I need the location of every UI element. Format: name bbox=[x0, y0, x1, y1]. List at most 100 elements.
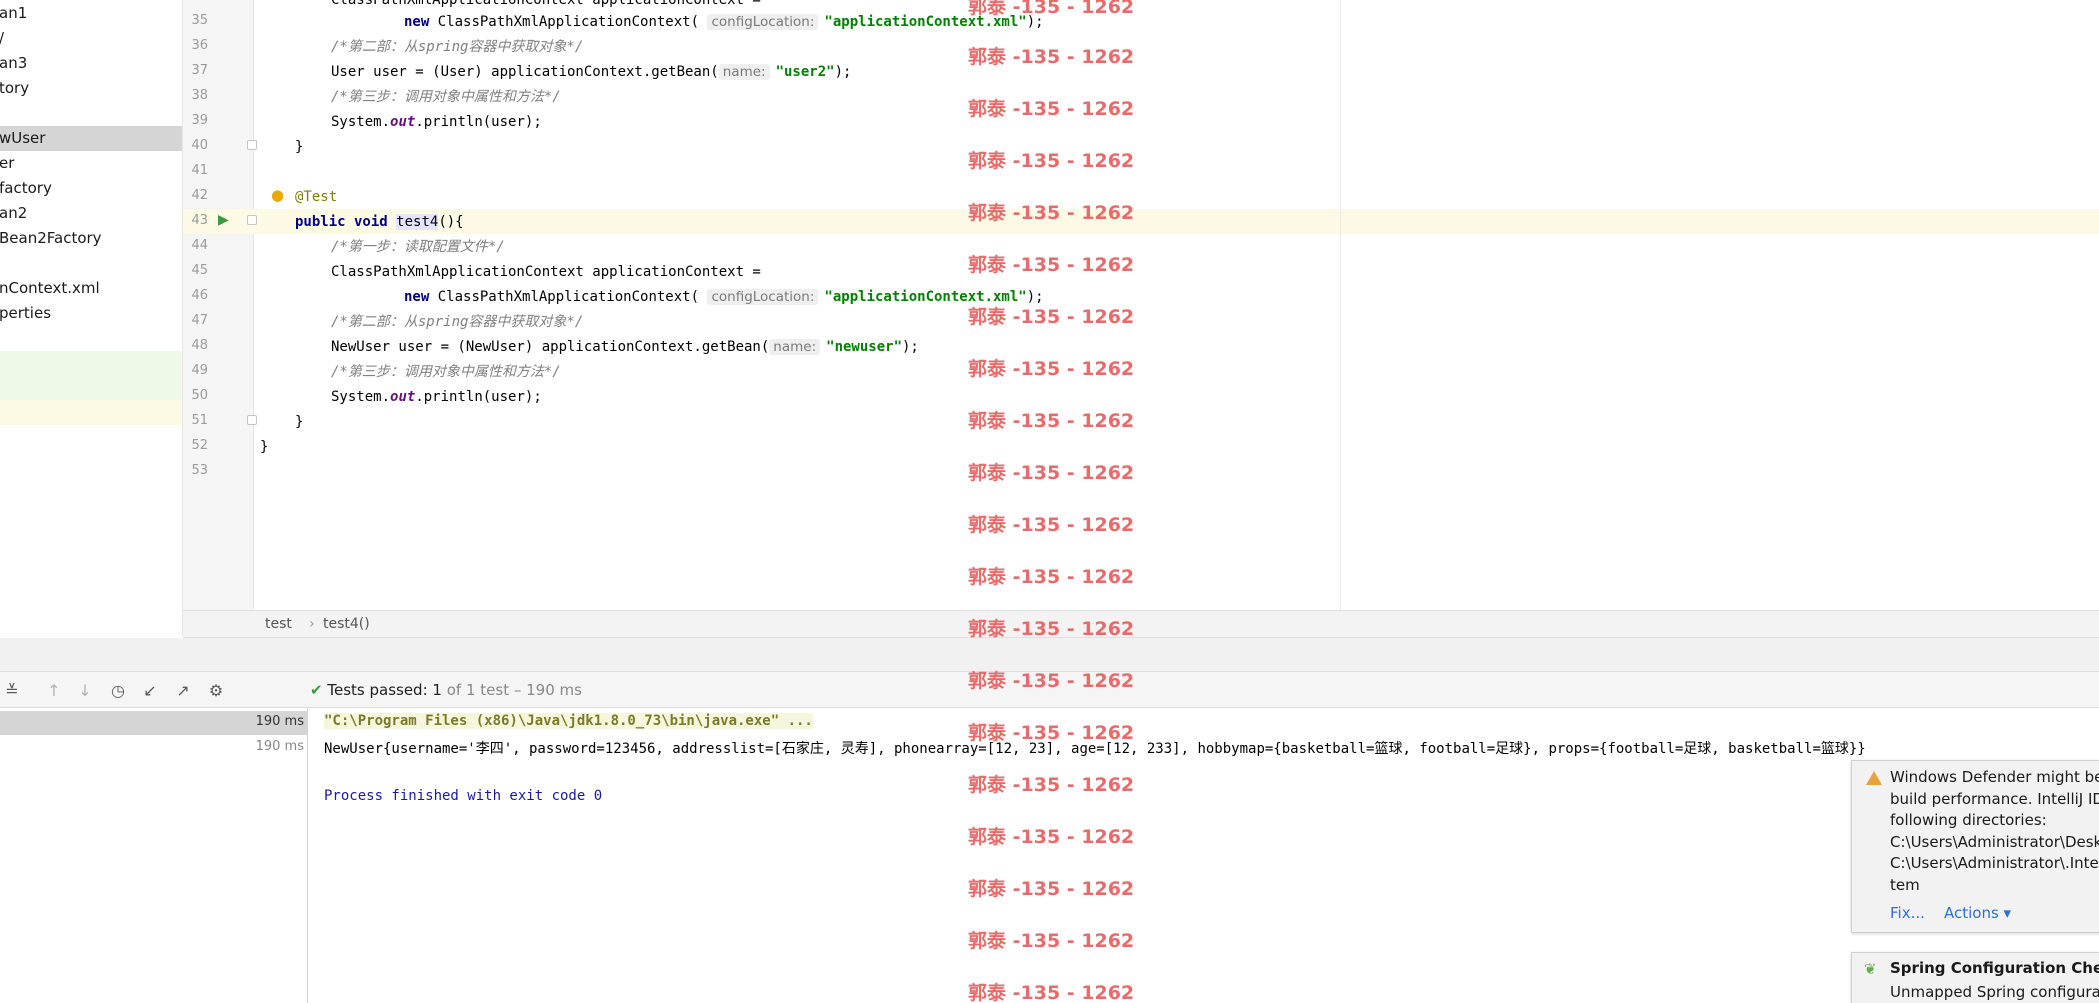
run-test-icon[interactable]: ▶ bbox=[218, 212, 229, 228]
line-number: 47 bbox=[191, 313, 208, 328]
code-comment: /*第一步：读取配置文件*/ bbox=[331, 239, 505, 255]
param-hint: configLocation: bbox=[707, 289, 819, 305]
tree-item-selected[interactable]: wUser bbox=[0, 126, 182, 151]
line-number: 43 bbox=[191, 213, 208, 228]
code-comment: /*第三步：调用对象中属性和方法*/ bbox=[331, 364, 561, 380]
code-line: User user = (User) applicationContext.ge… bbox=[331, 64, 852, 80]
line-number: 52 bbox=[191, 438, 208, 453]
code-line: } bbox=[295, 139, 304, 155]
right-margin-guide bbox=[1340, 0, 1341, 610]
fold-marker-icon[interactable] bbox=[247, 215, 257, 225]
code-line: ClassPathXmlApplicationContext applicati… bbox=[331, 264, 761, 280]
notification-text: Unmapped Spring configura bbox=[1890, 983, 2099, 1001]
tree-item[interactable]: factory bbox=[0, 176, 182, 201]
code-line: ClassPathXmlApplicationContext applicati… bbox=[331, 0, 761, 8]
next-failed-icon[interactable]: ↓ bbox=[75, 681, 95, 701]
line-number: 37 bbox=[191, 63, 208, 78]
tree-item[interactable]: / bbox=[0, 26, 182, 51]
watermark-text: 郭泰 -135 - 1262 bbox=[968, 878, 1135, 900]
watermark-text: 郭泰 -135 - 1262 bbox=[968, 774, 1135, 796]
watermark-text: 郭泰 -135 - 1262 bbox=[968, 618, 1135, 640]
breadcrumb-method[interactable]: test4() bbox=[323, 616, 370, 632]
console-exit-line: Process finished with exit code 0 bbox=[324, 788, 603, 804]
code-line: System.out.println(user); bbox=[331, 114, 542, 130]
param-hint: name: bbox=[718, 64, 770, 80]
gear-icon[interactable]: ⚙ bbox=[206, 681, 226, 701]
export-tests-icon[interactable]: ↗ bbox=[173, 681, 193, 701]
code-line: NewUser user = (NewUser) applicationCont… bbox=[331, 339, 919, 355]
lightbulb-icon[interactable]: ● bbox=[271, 187, 284, 203]
test-duration: 190 ms bbox=[255, 739, 304, 754]
line-number: 51 bbox=[191, 413, 208, 428]
tree-item[interactable]: Bean2Factory bbox=[0, 226, 182, 251]
fold-marker-icon[interactable] bbox=[247, 140, 257, 150]
warning-icon bbox=[1866, 771, 1882, 785]
tree-item[interactable]: nContext.xml bbox=[0, 276, 182, 301]
check-icon: ✔ bbox=[310, 681, 323, 699]
param-hint: name: bbox=[769, 339, 821, 355]
line-number: 49 bbox=[191, 363, 208, 378]
watermark-text: 郭泰 -135 - 1262 bbox=[968, 202, 1135, 224]
tree-item[interactable]: tory bbox=[0, 76, 182, 101]
tree-highlight-yellow bbox=[0, 400, 182, 425]
spring-leaf-icon: ❦ bbox=[1864, 960, 1877, 978]
watermark-text: 郭泰 -135 - 1262 bbox=[968, 0, 1135, 18]
code-line: new ClassPathXmlApplicationContext( conf… bbox=[404, 14, 1044, 30]
actions-dropdown[interactable]: Actions ▾ bbox=[1944, 904, 2011, 922]
notification-text: Windows Defender might be build performa… bbox=[1890, 768, 2099, 894]
import-tests-icon[interactable]: ↙ bbox=[140, 681, 160, 701]
console-command: "C:\Program Files (x86)\Java\jdk1.8.0_73… bbox=[324, 713, 813, 729]
watermark-text: 郭泰 -135 - 1262 bbox=[968, 410, 1135, 432]
watermark-text: 郭泰 -135 - 1262 bbox=[968, 670, 1135, 692]
current-line-highlight bbox=[183, 209, 2099, 234]
line-number: 41 bbox=[191, 163, 208, 178]
watermark-text: 郭泰 -135 - 1262 bbox=[968, 306, 1135, 328]
defender-notification[interactable]: Windows Defender might be build performa… bbox=[1851, 760, 2099, 933]
code-line: public void test4(){ bbox=[295, 214, 464, 230]
fix-link[interactable]: Fix... bbox=[1890, 904, 1925, 922]
annotation: @Test bbox=[295, 189, 338, 205]
line-number: 44 bbox=[191, 238, 208, 253]
collapse-all-icon[interactable]: ≚ bbox=[2, 681, 22, 701]
fold-marker-icon[interactable] bbox=[247, 415, 257, 425]
line-number: 42 bbox=[191, 188, 208, 203]
line-number: 48 bbox=[191, 338, 208, 353]
tree-item[interactable]: perties bbox=[0, 301, 182, 326]
code-comment: /*第三步：调用对象中属性和方法*/ bbox=[331, 89, 561, 105]
watermark-text: 郭泰 -135 - 1262 bbox=[968, 826, 1135, 848]
tree-highlight-green bbox=[0, 351, 182, 400]
prev-failed-icon[interactable]: ↑ bbox=[44, 681, 64, 701]
tests-status: ✔ Tests passed: 1 of 1 test – 190 ms bbox=[310, 681, 582, 699]
line-number: 38 bbox=[191, 88, 208, 103]
notification-title: Spring Configuration Check bbox=[1890, 959, 2099, 977]
watermark-text: 郭泰 -135 - 1262 bbox=[968, 150, 1135, 172]
tree-item[interactable]: an2 bbox=[0, 201, 182, 226]
code-line: } bbox=[260, 439, 269, 455]
breadcrumb: test › test4() bbox=[183, 610, 2099, 638]
code-line: } bbox=[295, 414, 304, 430]
watermark-text: 郭泰 -135 - 1262 bbox=[968, 722, 1135, 744]
watermark-text: 郭泰 -135 - 1262 bbox=[968, 358, 1135, 380]
tree-item[interactable]: an3 bbox=[0, 51, 182, 76]
code-comment: /*第二部：从spring容器中获取对象*/ bbox=[331, 39, 584, 55]
line-number: 36 bbox=[191, 38, 208, 53]
line-number: 40 bbox=[191, 138, 208, 153]
watermark-text: 郭泰 -135 - 1262 bbox=[968, 254, 1135, 276]
breadcrumb-separator: › bbox=[309, 616, 315, 632]
tree-item[interactable]: an1 bbox=[0, 1, 182, 26]
line-number: 46 bbox=[191, 288, 208, 303]
watermark-text: 郭泰 -135 - 1262 bbox=[968, 98, 1135, 120]
spring-config-notification[interactable]: ❦ Spring Configuration Check Unmapped Sp… bbox=[1851, 952, 2099, 1003]
line-number: 39 bbox=[191, 113, 208, 128]
watermark-text: 郭泰 -135 - 1262 bbox=[968, 566, 1135, 588]
project-tree: an1 / an3 tory wUser er factory an2 Bean… bbox=[0, 0, 183, 636]
watermark-text: 郭泰 -135 - 1262 bbox=[968, 514, 1135, 536]
watermark-text: 郭泰 -135 - 1262 bbox=[968, 462, 1135, 484]
tree-item[interactable]: er bbox=[0, 151, 182, 176]
breadcrumb-class[interactable]: test bbox=[265, 616, 292, 632]
code-comment: /*第二部：从spring容器中获取对象*/ bbox=[331, 314, 584, 330]
watermark-text: 郭泰 -135 - 1262 bbox=[968, 982, 1135, 1003]
line-number: 45 bbox=[191, 263, 208, 278]
watermark-text: 郭泰 -135 - 1262 bbox=[968, 46, 1135, 68]
history-icon[interactable]: ◷ bbox=[108, 681, 128, 701]
